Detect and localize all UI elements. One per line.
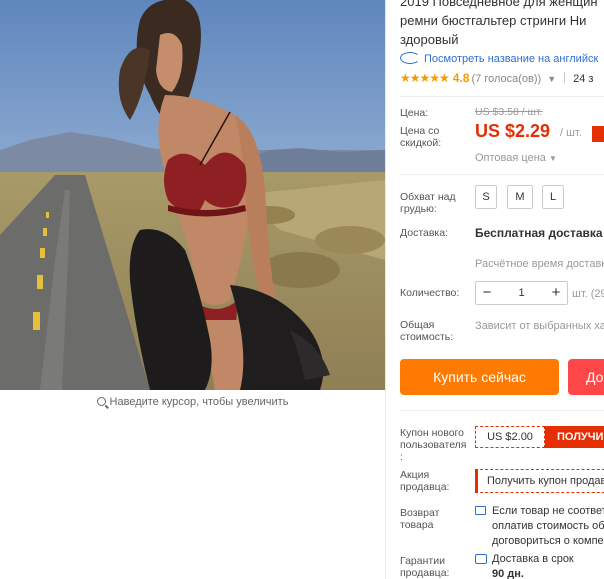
divider	[400, 410, 604, 411]
size-label-line: грудью:	[400, 203, 437, 215]
new-user-coupon-label-line: :	[400, 451, 403, 463]
quantity-stepper: − 1 +	[475, 281, 568, 305]
divider	[400, 96, 604, 97]
zoom-hint: Наведите курсор, чтобы увеличить	[0, 396, 385, 408]
price-label: Цена:	[400, 107, 429, 119]
quantity-label: Количество:	[400, 287, 460, 299]
new-user-coupon-label: Купон нового пользователя :	[400, 427, 467, 463]
shipping-label: Доставка:	[400, 227, 449, 239]
rating-stars: ★★★★★	[400, 71, 450, 85]
zoom-hint-text: Наведите курсор, чтобы увеличить	[109, 396, 289, 408]
translate-icon	[400, 52, 420, 64]
chevron-down-icon[interactable]: ▼	[547, 74, 556, 84]
returns-text-line: Если товар не соответ	[492, 505, 604, 517]
total-label: Общая стоимость:	[400, 319, 453, 343]
returns-text-line: договориться о компе	[492, 535, 604, 547]
quantity-input[interactable]: 1	[498, 282, 545, 304]
rating-score: 4.8	[452, 71, 470, 85]
guarantee-label-line: продавца:	[400, 567, 450, 579]
return-policy-icon	[475, 506, 486, 515]
shipping-method[interactable]: Бесплатная доставка в I	[475, 226, 604, 240]
original-price: US $3.58 / шт.	[475, 106, 543, 118]
divider	[400, 174, 604, 175]
guarantee-days: 90 дн.	[492, 568, 524, 579]
magnifier-icon	[96, 397, 106, 406]
guarantee-text-line: Доставка в срок	[492, 553, 574, 565]
seller-promo-label: Акция продавца:	[400, 469, 449, 493]
price-unit: / шт.	[560, 127, 582, 139]
returns-label: Возврат товара	[400, 507, 439, 531]
total-label-line: Общая	[400, 319, 435, 331]
size-label: Обхват над грудью:	[400, 191, 456, 215]
wholesale-price-toggle[interactable]: Оптовая цена ▼	[475, 152, 557, 164]
new-user-coupon-label-line: Купон нового	[400, 427, 464, 439]
get-seller-coupon-button[interactable]: Получить купон продав	[475, 469, 604, 493]
guarantee-label-line: Гарантии	[400, 555, 445, 567]
orders-count: 24 з	[573, 73, 594, 85]
product-photo-illustration	[0, 0, 385, 390]
returns-text: Если товар не соответ оплатив стоимость …	[492, 504, 604, 549]
column-divider	[385, 0, 386, 579]
guarantee-text: Доставка в срок 90 дн.	[492, 552, 574, 579]
delivery-truck-icon	[475, 554, 487, 564]
new-user-coupon-value: US $2.00	[475, 426, 545, 448]
caret-down-icon: ▼	[548, 154, 557, 163]
size-option-s[interactable]: S	[475, 185, 497, 209]
product-title-line: 2019 Повседневное для женщин	[400, 0, 598, 9]
discount-price-label: Цена со скидкой:	[400, 125, 441, 149]
product-page: Наведите курсор, чтобы увеличить 2019 По…	[0, 0, 604, 579]
product-title-line: ремни бюстгальтер стринги Ни	[400, 13, 587, 28]
size-option-l[interactable]: L	[542, 185, 564, 209]
discount-price-label-line: Цена со	[400, 125, 440, 137]
wholesale-price-label[interactable]: Оптовая цена	[475, 152, 546, 164]
discount-badge	[592, 126, 604, 142]
size-label-line: Обхват над	[400, 191, 456, 203]
product-title: 2019 Повседневное для женщин ремни бюстг…	[400, 0, 604, 49]
product-image[interactable]	[0, 0, 385, 390]
discounted-price: US $2.29	[475, 121, 551, 141]
size-option-m[interactable]: M	[507, 185, 533, 209]
discount-price-label-line: скидкой:	[400, 137, 442, 149]
new-user-coupon-label-line: пользователя	[400, 439, 467, 451]
stock-info: шт. (29	[572, 288, 604, 300]
quantity-decrease-button[interactable]: −	[476, 282, 498, 304]
seller-promo-label-line: продавца:	[400, 481, 450, 493]
add-to-cart-button[interactable]: До	[568, 359, 604, 395]
product-title-line: здоровый	[400, 32, 459, 47]
quantity-increase-button[interactable]: +	[545, 282, 567, 304]
total-label-line: стоимость:	[400, 331, 454, 343]
returns-label-line: товара	[400, 519, 434, 531]
buy-now-button[interactable]: Купить сейчас	[400, 359, 559, 395]
product-info-panel: 2019 Повседневное для женщин ремни бюстг…	[400, 0, 604, 579]
seller-promo-label-line: Акция	[400, 469, 430, 481]
shipping-estimate: Расчётное время доставк	[475, 258, 604, 270]
translate-title-link[interactable]: Посмотреть название на английск	[400, 52, 598, 65]
rating-votes-link[interactable]: (7 голоса(ов))	[471, 73, 541, 85]
rating-row: ★★★★★ 4.8 (7 голоса(ов)) ▼ 24 з	[400, 71, 593, 85]
divider	[564, 72, 566, 83]
guarantee-label: Гарантии продавца:	[400, 555, 449, 579]
get-new-user-coupon-button[interactable]: ПОЛУЧИ	[545, 426, 604, 448]
translate-link-text[interactable]: Посмотреть название на английск	[424, 53, 598, 65]
returns-label-line: Возврат	[400, 507, 440, 519]
total-value: Зависит от выбранных ха	[475, 320, 604, 332]
returns-text-line: оплатив стоимость об	[492, 520, 604, 532]
